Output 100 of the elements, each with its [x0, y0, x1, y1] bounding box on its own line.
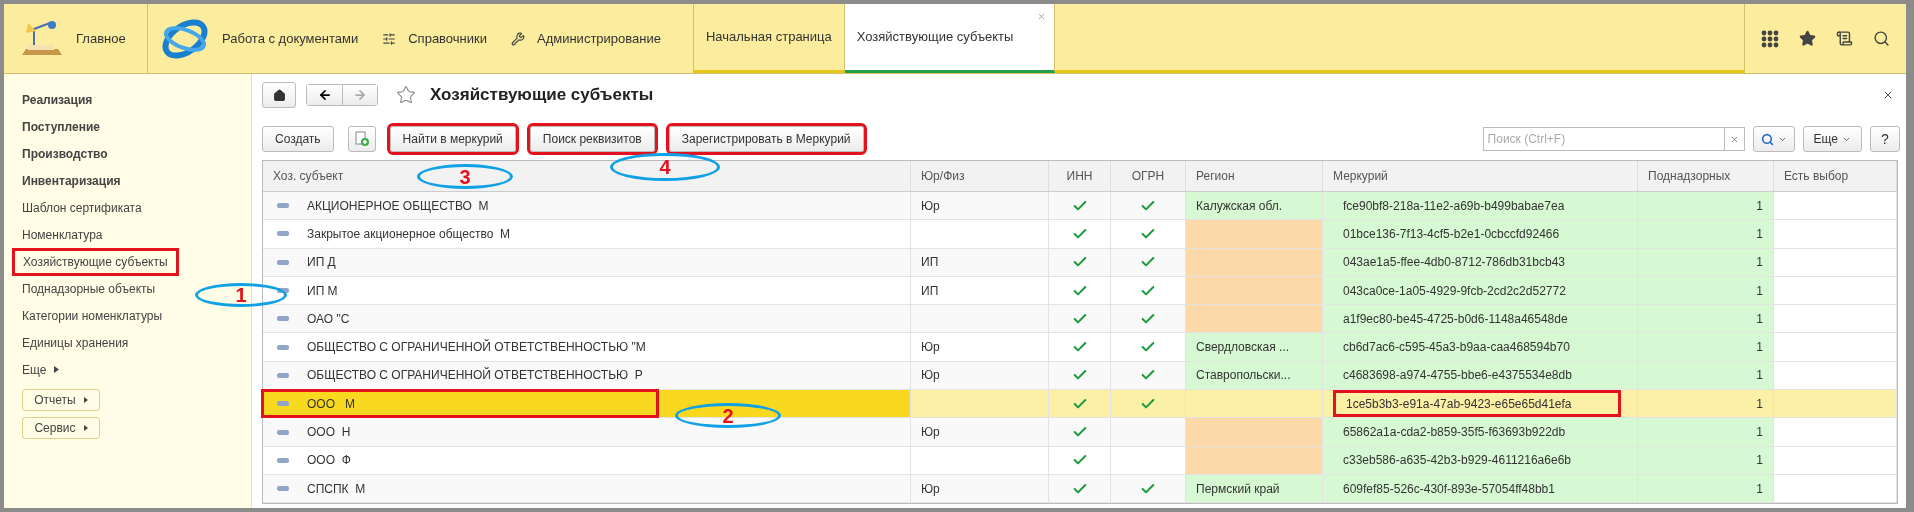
sidebar-item[interactable]: Производство: [14, 142, 116, 165]
help-button[interactable]: ?: [1870, 126, 1900, 152]
table-cell: Ставропольски...: [1186, 361, 1323, 391]
favorites-icon[interactable]: [1799, 30, 1816, 47]
search-options-button[interactable]: [1752, 126, 1795, 152]
entity-name: ООО Н: [307, 424, 351, 441]
table-cell: Калужская обл.: [1186, 192, 1323, 221]
home-button[interactable]: [262, 82, 296, 108]
toolbar-button[interactable]: Поиск реквизитов: [529, 126, 655, 152]
sidebar-item[interactable]: Хозяйствующие субъекты: [12, 247, 179, 276]
table-cell: Свердловская ...: [1186, 333, 1323, 362]
search-field[interactable]: Поиск (Ctrl+F): [1482, 127, 1725, 151]
item-icon: [277, 486, 289, 492]
item-icon: [277, 401, 289, 407]
search-icon: [1760, 132, 1774, 146]
mercury-id: fce90bf8-218a-11e2-a69b-b499babae7ea: [1342, 197, 1566, 215]
section-link[interactable]: Администрирование: [537, 28, 661, 49]
table-cell[interactable]: ИП Д: [263, 248, 911, 277]
table-cell[interactable]: ОАО "С: [263, 305, 911, 334]
table-cell: ИП: [911, 248, 1049, 277]
table-cell[interactable]: АКЦИОНЕРНОЕ ОБЩЕСТВО М: [263, 192, 911, 221]
column-header[interactable]: Меркурий: [1323, 161, 1638, 191]
item-icon: [277, 231, 289, 237]
page-tab[interactable]: Хозяйствующие субъекты: [844, 4, 1055, 73]
callout-ellipse: 4: [610, 153, 720, 181]
table-cell: Юр: [911, 474, 1049, 504]
table-cell: 1: [1638, 305, 1774, 334]
entity-name: ИП М: [307, 282, 338, 300]
mercury-id: c33eb586-a635-42b3-b929-4611216a6e6b: [1342, 452, 1572, 470]
table-cell[interactable]: ОБЩЕСТВО С ОГРАНИЧЕННОЙ ОТВЕТСТВЕННОСТЬЮ "М: [263, 333, 911, 362]
table-cell: 1: [1638, 192, 1774, 221]
table-cell: 1: [1638, 418, 1774, 447]
table-cell: 1: [1638, 474, 1774, 504]
item-icon: [277, 372, 289, 378]
table-cell: 1: [1638, 220, 1774, 249]
table-cell[interactable]: ООО Ф: [263, 446, 911, 475]
menu-button[interactable]: Отчеты: [22, 389, 100, 411]
more-link[interactable]: Еще: [22, 360, 47, 379]
mercury-id: 01bce136-7f13-4cf5-b2e1-0cbccfd92466: [1342, 225, 1561, 243]
item-icon: [277, 429, 289, 435]
section-link[interactable]: Справочники: [408, 28, 487, 49]
toolbar-button[interactable]: Найти в меркурий: [389, 126, 516, 152]
table-cell: 1: [1638, 333, 1774, 362]
menu-button[interactable]: Сервис: [22, 417, 100, 439]
form-title: Хозяйствующие субъекты: [430, 84, 654, 107]
toolbar-button[interactable]: Создать: [262, 126, 334, 152]
table-cell: 1: [1638, 390, 1774, 419]
sidebar-item[interactable]: Инвентаризация: [14, 169, 129, 192]
copy-button[interactable]: [347, 126, 376, 152]
sidebar-item[interactable]: Шаблон сертификата: [14, 196, 150, 219]
back-button[interactable]: [307, 85, 343, 105]
column-header[interactable]: ОГРН: [1111, 161, 1186, 191]
entity-name: ОАО "С: [307, 310, 350, 328]
sidebar-item[interactable]: Поступление: [14, 115, 108, 138]
section-link[interactable]: Работа с документами: [222, 28, 359, 49]
close-icon[interactable]: [1882, 89, 1894, 101]
table-cell: Пермский край: [1186, 474, 1323, 504]
entity-name: АКЦИОНЕРНОЕ ОБЩЕСТВО М: [307, 197, 489, 215]
sidebar-item[interactable]: Реализация: [14, 88, 101, 111]
sidebar-item[interactable]: Поднадзорные объекты: [14, 277, 164, 300]
table-cell[interactable]: СПСПК М: [263, 474, 911, 504]
table-cell: Юр: [911, 192, 1049, 221]
table-cell: 1: [1638, 276, 1774, 306]
mercury-id: a1f9ec80-be45-4725-b0d6-1148a46548de: [1342, 310, 1569, 328]
mercury-id: c4683698-a974-4755-bbe6-e4375534e8db: [1342, 367, 1573, 385]
item-icon: [277, 316, 289, 322]
table-cell: 1: [1638, 248, 1774, 277]
mercury-id: 043ae1a5-ffee-4db0-8712-786db31bcb43: [1342, 254, 1566, 272]
column-header[interactable]: Юр/Физ: [911, 161, 1049, 191]
apps-grid-icon[interactable]: [1761, 29, 1779, 48]
table-cell: Юр: [911, 333, 1049, 362]
table-cell[interactable]: Закрытое акционерное общество М: [263, 220, 911, 249]
item-icon: [277, 259, 289, 265]
caret-icon: [54, 366, 60, 373]
entity-name: ОБЩЕСТВО С ОГРАНИЧЕННОЙ ОТВЕТСТВЕННОСТЬЮ Р: [307, 366, 643, 385]
mercury-id: 609fef85-526c-430f-893e-57054ff48bb1: [1342, 480, 1556, 498]
clear-icon: [1729, 134, 1739, 144]
search-icon[interactable]: [1873, 30, 1890, 47]
home-section[interactable]: Главное: [76, 28, 126, 49]
toolbar-button[interactable]: Зарегистрировать в Меркурий: [668, 126, 864, 152]
home-icon: [272, 88, 286, 102]
sidebar-item[interactable]: Единицы хранения: [14, 331, 137, 354]
more-label: Еще: [1813, 131, 1838, 148]
callout-ellipse: 3: [417, 164, 513, 189]
entity-name: ИП Д: [307, 254, 336, 272]
column-header[interactable]: Регион: [1186, 161, 1323, 191]
mercury-id: 1ce5b3b3-e91a-47ab-9423-e65e65d41efa: [1333, 390, 1621, 418]
column-header[interactable]: Поднадзорных: [1638, 161, 1774, 191]
entity-name: ООО Ф: [307, 452, 351, 470]
favorite-star-icon[interactable]: [396, 85, 416, 105]
column-header[interactable]: ИНН: [1049, 161, 1111, 191]
sidebar-item[interactable]: Номенклатура: [14, 223, 111, 246]
table-cell: Юр: [911, 361, 1049, 391]
table-cell: Юр: [911, 418, 1049, 447]
entity-name: СПСПК М: [307, 480, 366, 498]
more-button[interactable]: Еще: [1802, 126, 1862, 152]
entity-name: ООО М: [307, 395, 355, 413]
sidebar-item[interactable]: Категории номенклатуры: [14, 304, 171, 327]
entity-name: ОБЩЕСТВО С ОГРАНИЧЕННОЙ ОТВЕТСТВЕННОСТЬЮ "М: [307, 338, 646, 357]
column-header[interactable]: Есть выбор: [1774, 161, 1897, 191]
